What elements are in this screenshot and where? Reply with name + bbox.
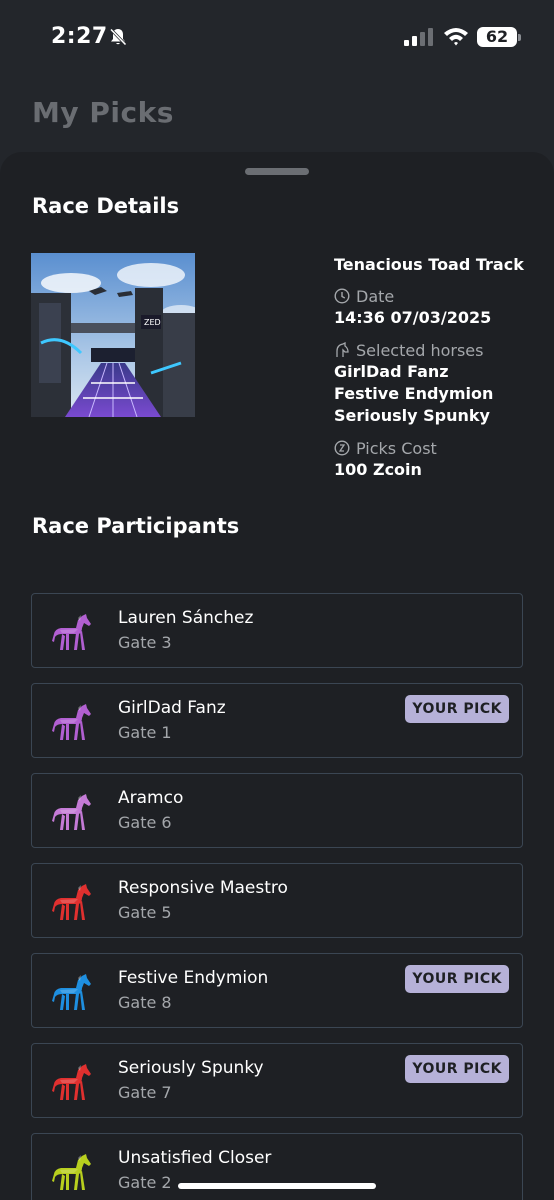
participant-list: Lauren Sánchez Gate 3 GirlDad Fanz Gate 1 YO… [31,593,523,1200]
cellular-signal-icon [404,28,433,46]
home-indicator[interactable] [178,1183,376,1189]
horse-icon [50,792,94,832]
participant-card[interactable]: Festive Endymion Gate 8 YOUR PICK [31,953,523,1028]
race-details-info: Tenacious Toad Track Date 14:36 07/03/20… [334,255,544,481]
participant-card[interactable]: Responsive Maestro Gate 5 [31,863,523,938]
picks-cost-label-row: Picks Cost [334,437,544,459]
horse-head-icon [336,342,349,357]
participant-gate: Gate 5 [118,903,172,922]
your-pick-badge: YOUR PICK [405,1055,509,1083]
horse-icon [50,612,94,652]
participant-name: Aramco [118,788,184,808]
race-track-image: ZED [31,253,195,417]
horse-icon [50,882,94,922]
participant-gate: Gate 8 [118,993,172,1012]
participant-gate: Gate 7 [118,1083,172,1102]
horse-icon [50,1062,94,1102]
participant-gate: Gate 2 [118,1173,172,1192]
your-pick-badge: YOUR PICK [405,965,509,993]
clock-icon [334,288,350,304]
status-bar: 2:27 62 [0,0,554,72]
participant-gate: Gate 6 [118,813,172,832]
race-details-sheet: Race Details ZED Tenacious Toad Track Da… [0,152,554,1200]
selected-horse-1: GirlDad Fanz [334,362,449,381]
participant-card[interactable]: Unsatisfied Closer Gate 2 [31,1133,523,1200]
your-pick-badge: YOUR PICK [405,695,509,723]
participant-gate: Gate 1 [118,723,172,742]
participant-name: Festive Endymion [118,968,269,988]
selected-horse-3: Seriously Spunky [334,406,490,425]
horse-icon [50,972,94,1012]
participant-name: Unsatisfied Closer [118,1148,272,1168]
battery-indicator: 62 [477,27,521,47]
selected-horse-2: Festive Endymion [334,384,494,403]
svg-text:ZED: ZED [144,318,161,327]
participant-name: GirlDad Fanz [118,698,226,718]
selected-horses-label-row: Selected horses [334,339,544,361]
page-title: My Picks [32,96,174,129]
date-value: 14:36 07/03/2025 [334,308,492,327]
track-name: Tenacious Toad Track [334,255,524,274]
bell-muted-icon [109,28,127,46]
status-time: 2:27 [51,24,108,49]
horse-icon [50,1152,94,1192]
coin-icon [334,440,350,456]
horse-icon [50,702,94,742]
participant-name: Responsive Maestro [118,878,288,898]
sheet-drag-handle[interactable] [245,168,309,175]
race-details-heading: Race Details [32,194,180,218]
selected-horses-label: Selected horses [356,340,484,360]
app-screen: 2:27 62 My Picks Race Details ZED Tenaci… [0,0,554,1200]
participant-gate: Gate 3 [118,633,172,652]
participant-name: Lauren Sánchez [118,608,254,628]
participant-card[interactable]: GirlDad Fanz Gate 1 YOUR PICK [31,683,523,758]
participant-name: Seriously Spunky [118,1058,264,1078]
picks-cost-label: Picks Cost [356,438,437,458]
participant-card[interactable]: Lauren Sánchez Gate 3 [31,593,523,668]
picks-cost-value: 100 Zcoin [334,460,422,479]
date-label: Date [356,286,395,306]
wifi-icon [444,28,468,46]
race-participants-heading: Race Participants [32,514,240,538]
participant-card[interactable]: Aramco Gate 6 [31,773,523,848]
date-label-row: Date [334,285,544,307]
participant-card[interactable]: Seriously Spunky Gate 7 YOUR PICK [31,1043,523,1118]
